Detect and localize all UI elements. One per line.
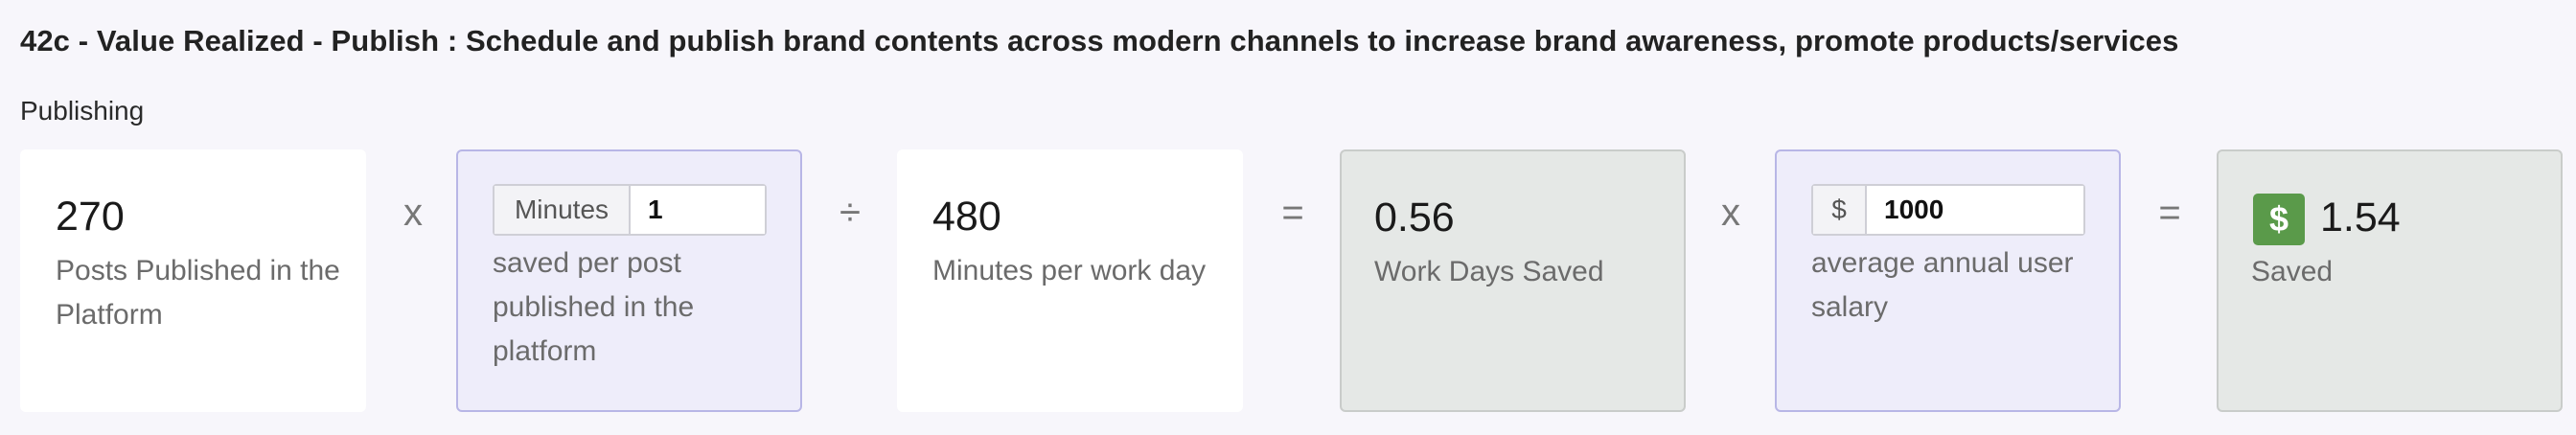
workday-minutes-description: Minutes per work day xyxy=(932,255,1207,286)
work-days-saved-card: 0.56 Work Days Saved xyxy=(1340,149,1686,412)
salary-description: average annual user salary xyxy=(1811,247,2074,323)
minutes-addon-label: Minutes xyxy=(494,186,631,234)
workday-minutes-value: 480 xyxy=(932,194,1001,240)
minutes-saved-card: Minutes 1 saved per post published in th… xyxy=(456,149,802,412)
equals-operator-2: = xyxy=(2158,192,2181,234)
multiply-operator: x xyxy=(403,192,423,234)
section-label: Publishing xyxy=(20,96,145,126)
minutes-saved-description: saved per post published in the platform xyxy=(493,247,695,367)
posts-published-description: Posts Published in the Platform xyxy=(56,255,340,331)
workday-minutes-card: 480 Minutes per work day xyxy=(897,149,1243,412)
saved-card: $ 1.54 Saved xyxy=(2217,149,2563,412)
dollar-addon-label: $ xyxy=(1813,186,1867,234)
salary-input-group: $ 1000 xyxy=(1811,184,2085,236)
saved-value: 1.54 xyxy=(2320,195,2401,240)
minutes-input-group: Minutes 1 xyxy=(493,184,767,236)
salary-card: $ 1000 average annual user salary xyxy=(1775,149,2121,412)
page-title: 42c - Value Realized - Publish : Schedul… xyxy=(20,24,2179,57)
posts-published-card: 270 Posts Published in the Platform xyxy=(20,149,366,412)
work-days-saved-description: Work Days Saved xyxy=(1374,256,1604,287)
minutes-saved-input[interactable]: 1 xyxy=(631,186,765,234)
work-days-saved-value: 0.56 xyxy=(1374,195,1455,240)
divide-operator: ÷ xyxy=(840,192,861,234)
dollar-icon: $ xyxy=(2253,194,2305,245)
multiply-operator-2: x xyxy=(1721,192,1740,234)
saved-description: Saved xyxy=(2251,256,2334,287)
salary-input[interactable]: 1000 xyxy=(1867,186,2083,234)
equals-operator: = xyxy=(1281,192,1304,234)
posts-published-value: 270 xyxy=(56,194,125,240)
